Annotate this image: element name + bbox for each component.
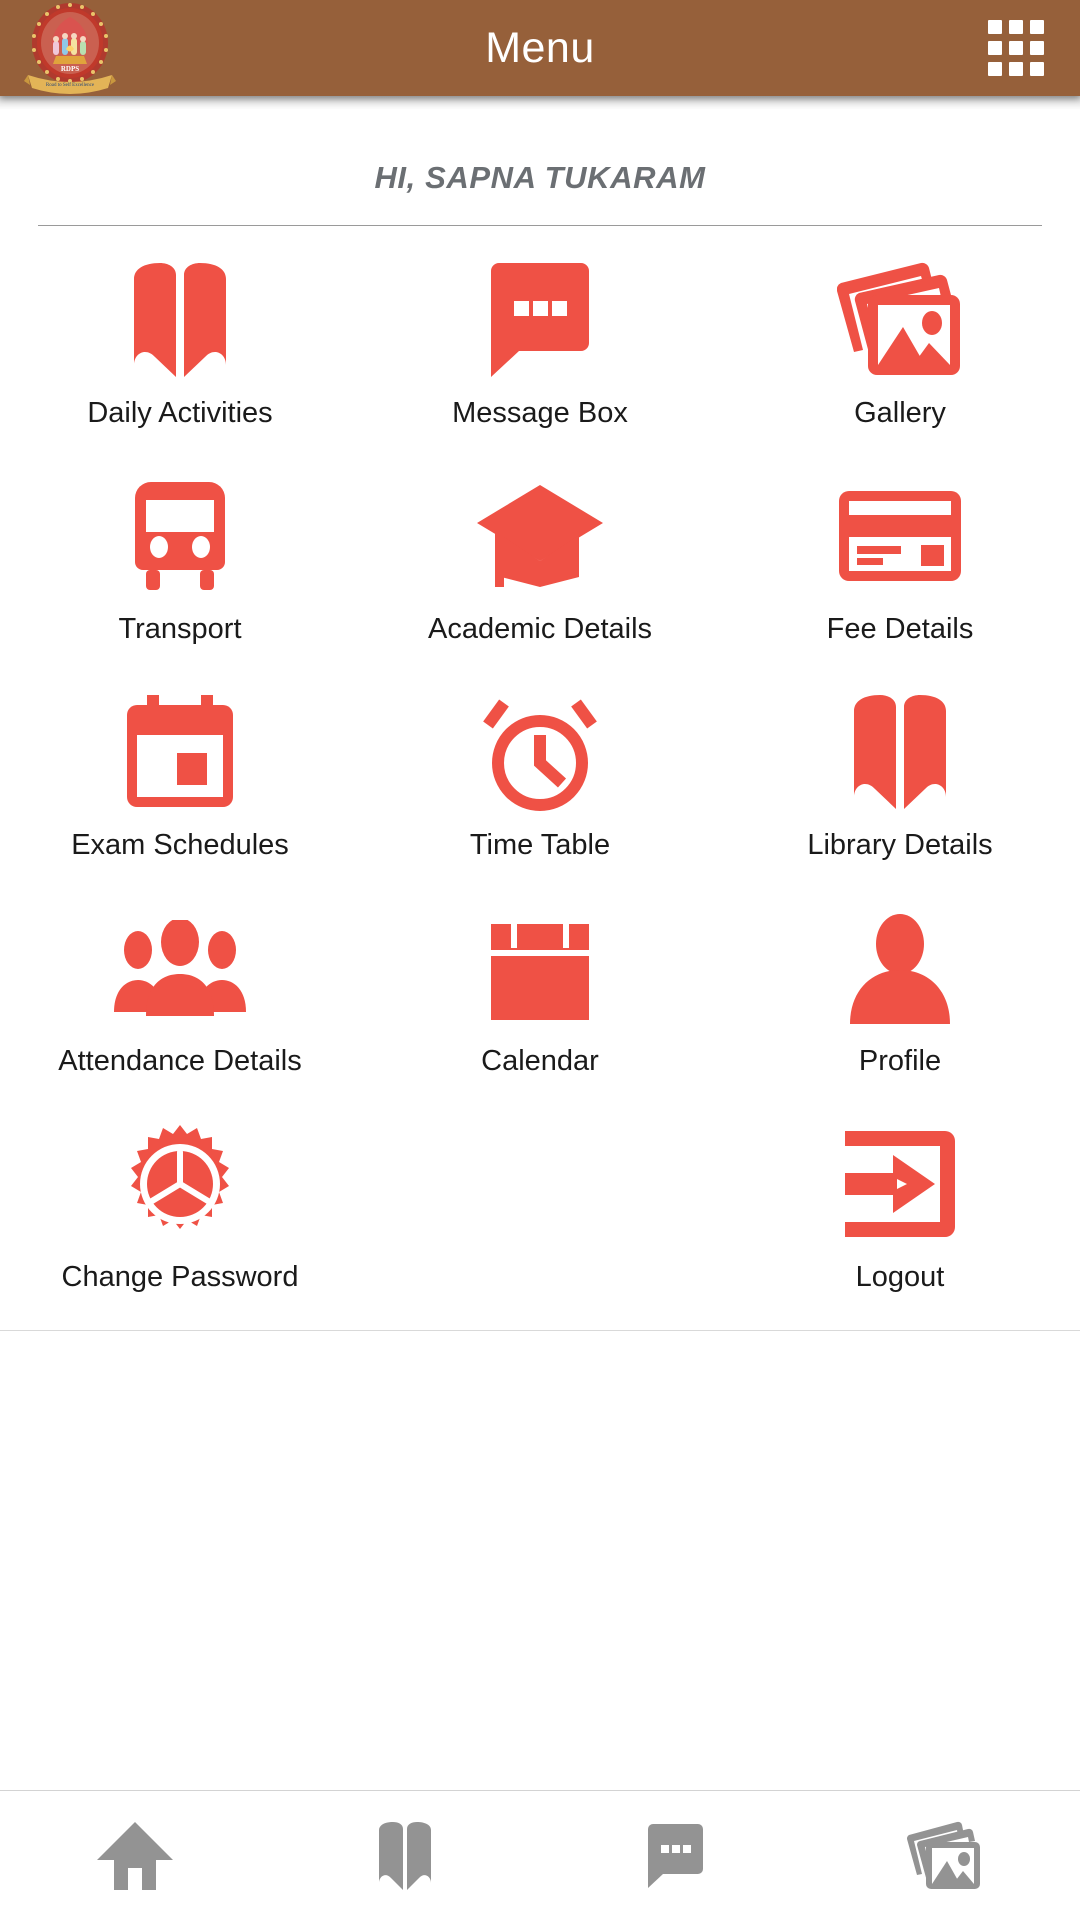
- nav-item-book[interactable]: [270, 1791, 540, 1920]
- grid-dot: [1030, 41, 1044, 55]
- menu-tile-label: Gallery: [854, 398, 946, 430]
- person-icon: [825, 906, 975, 1030]
- menu-tile-label: Library Details: [807, 830, 992, 862]
- app-header: RDPS Road to Self Excellence Menu: [0, 0, 1080, 96]
- school-crest-icon: RDPS Road to Self Excellence: [20, 1, 120, 95]
- open-book-icon: [105, 258, 255, 382]
- menu-tile-logout[interactable]: Logout: [720, 1108, 1080, 1324]
- calendar-date-icon: [105, 690, 255, 814]
- menu-grid: Daily Activities Message Box: [0, 226, 1080, 1324]
- greeting-section: HI, SAPNA TUKARAM: [0, 110, 1080, 226]
- menu-tile-label: Calendar: [481, 1046, 599, 1078]
- nav-item-home[interactable]: [0, 1791, 270, 1920]
- calendar-solid-icon: [465, 906, 615, 1030]
- menu-tile-exam-schedules[interactable]: Exam Schedules: [0, 676, 360, 892]
- nav-item-message[interactable]: [540, 1791, 810, 1920]
- menu-tile-label: Fee Details: [827, 614, 974, 646]
- menu-tile-attendance-details[interactable]: Attendance Details: [0, 892, 360, 1108]
- menu-tile-label: Profile: [859, 1046, 941, 1078]
- chat-bubble-icon: [644, 1823, 706, 1889]
- bus-icon: [105, 474, 255, 598]
- credit-card-icon: [825, 474, 975, 598]
- home-icon: [96, 1820, 174, 1892]
- grid-menu-button[interactable]: [988, 20, 1044, 76]
- logout-arrow-icon: [825, 1122, 975, 1246]
- menu-tile-label: Time Table: [470, 830, 610, 862]
- grid-dot: [1030, 20, 1044, 34]
- menu-tile-calendar[interactable]: Calendar: [360, 892, 720, 1108]
- grid-dot: [1009, 20, 1023, 34]
- menu-tile-academic-details[interactable]: Academic Details: [360, 460, 720, 676]
- page-title: Menu: [0, 0, 1080, 96]
- menu-tile-transport[interactable]: Transport: [0, 460, 360, 676]
- menu-tile-label: Transport: [118, 614, 241, 646]
- grid-dot: [988, 20, 1002, 34]
- menu-tile-label: Exam Schedules: [71, 830, 289, 862]
- grid-dot: [1009, 62, 1023, 76]
- school-logo: RDPS Road to Self Excellence: [14, 0, 126, 96]
- header-shadow: [0, 96, 1080, 110]
- svg-text:RDPS: RDPS: [61, 65, 79, 73]
- menu-tile-fee-details[interactable]: Fee Details: [720, 460, 1080, 676]
- app-root: RDPS Road to Self Excellence Menu HI, SA…: [0, 0, 1080, 1920]
- menu-tile-profile[interactable]: Profile: [720, 892, 1080, 1108]
- photos-stack-icon: [825, 258, 975, 382]
- greeting-text: HI, SAPNA TUKARAM: [0, 160, 1080, 196]
- open-book-icon: [825, 690, 975, 814]
- menu-tile-message-box[interactable]: Message Box: [360, 244, 720, 460]
- menu-tile-label: Change Password: [62, 1262, 299, 1294]
- menu-tile-label: Logout: [856, 1262, 945, 1294]
- menu-tile-label: Academic Details: [428, 614, 652, 646]
- menu-tile-change-password[interactable]: Change Password: [0, 1108, 360, 1324]
- menu-tile-gallery[interactable]: Gallery: [720, 244, 1080, 460]
- menu-tile-library-details[interactable]: Library Details: [720, 676, 1080, 892]
- content-filler: [0, 1331, 1080, 1790]
- menu-tile-label: Attendance Details: [58, 1046, 301, 1078]
- svg-text:Road to Self Excellence: Road to Self Excellence: [46, 83, 95, 88]
- chat-bubble-icon: [465, 258, 615, 382]
- grid-dot: [1030, 62, 1044, 76]
- nav-item-gallery[interactable]: [810, 1791, 1080, 1920]
- bottom-navigation-bar: [0, 1790, 1080, 1920]
- menu-tile-daily-activities[interactable]: Daily Activities: [0, 244, 360, 460]
- graduation-cap-icon: [465, 474, 615, 598]
- photos-stack-icon: [907, 1821, 983, 1891]
- grid-dot: [1009, 41, 1023, 55]
- menu-tile-label: Message Box: [452, 398, 628, 430]
- people-group-icon: [105, 906, 255, 1030]
- grid-dot: [988, 41, 1002, 55]
- grid-dot: [988, 62, 1002, 76]
- gear-icon: [105, 1122, 255, 1246]
- menu-tile-label: Daily Activities: [87, 398, 272, 430]
- open-book-icon: [374, 1821, 436, 1891]
- alarm-clock-icon: [465, 690, 615, 814]
- menu-tile-time-table[interactable]: Time Table: [360, 676, 720, 892]
